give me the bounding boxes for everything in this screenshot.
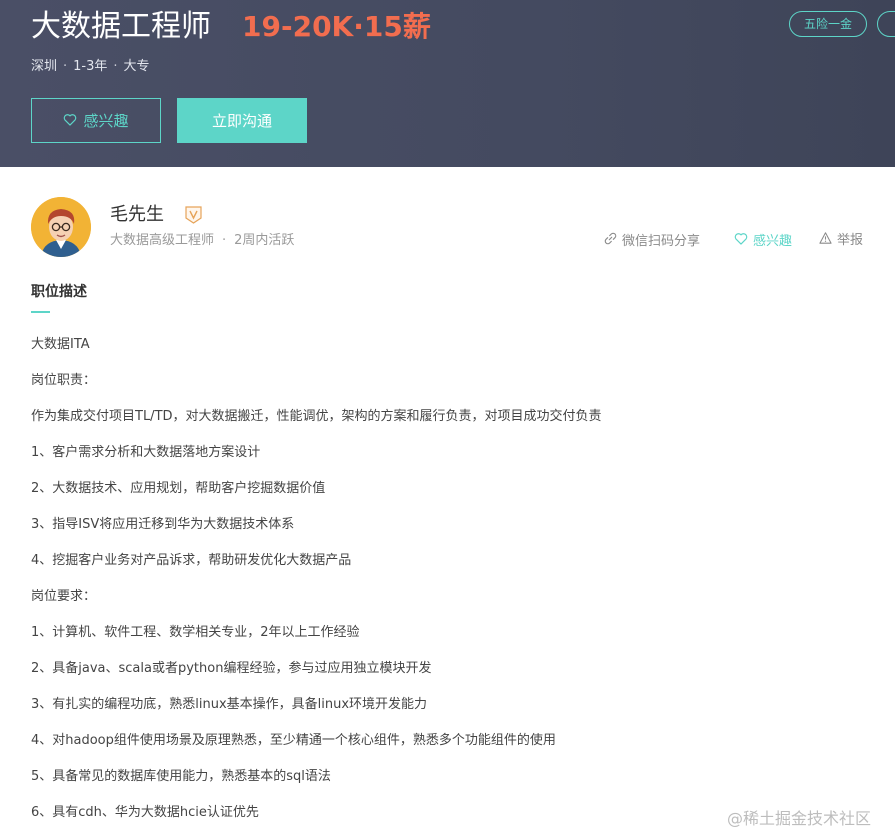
chat-button[interactable]: 立即沟通 <box>177 98 307 143</box>
description-line: 1、客户需求分析和大数据落地方案设计 <box>31 445 261 460</box>
job-education: 大专 <box>123 59 150 74</box>
benefit-tag: 五险一金 <box>789 11 867 37</box>
report-label: 举报 <box>837 233 864 248</box>
description-line: 作为集成交付项目TL/TD，对大数据搬迁，性能调优，架构的方案和履行负责，对项目… <box>31 409 602 424</box>
avatar[interactable] <box>31 197 91 257</box>
description-line: 岗位职责： <box>31 373 97 388</box>
watermark: @稀土掘金技术社区 <box>727 809 872 828</box>
heart-outline-icon <box>63 112 77 130</box>
recruiter-active-status: 2周内活跃 <box>234 233 295 248</box>
description-line: 3、有扎实的编程功底，熟悉linux基本操作，具备linux环境开发能力 <box>31 697 428 712</box>
description-line: 4、对hadoop组件使用场景及原理熟悉，至少精通一个核心组件，熟悉多个功能组件… <box>31 733 556 748</box>
interest-button[interactable]: 感兴趣 <box>31 98 161 143</box>
job-meta: 深圳 · 1-3年 · 大专 <box>31 57 150 77</box>
salary: 19-20K·15薪 <box>242 10 431 43</box>
job-city: 深圳 <box>31 59 58 74</box>
warning-triangle-icon <box>819 232 832 250</box>
recruiter-subtitle: 大数据高级工程师 · 2周内活跃 <box>110 232 294 250</box>
share-label: 微信扫码分享 <box>622 233 701 249</box>
verified-v-badge-icon <box>185 206 202 224</box>
recruiter-separator: · <box>222 233 227 248</box>
meta-separator: · <box>113 59 118 74</box>
job-experience: 1-3年 <box>73 59 108 74</box>
share-link[interactable]: 微信扫码分享 <box>604 232 700 251</box>
chat-button-label: 立即沟通 <box>211 112 272 130</box>
description-line: 大数据ITA <box>31 337 90 352</box>
description-line: 6、具有cdh、华为大数据hcie认证优先 <box>31 805 259 820</box>
description-line: 岗位要求： <box>31 589 97 604</box>
recruiter-title: 大数据高级工程师 <box>110 233 215 248</box>
heart-outline-icon <box>734 232 748 251</box>
report-link[interactable]: 举报 <box>819 232 863 250</box>
like-label: 感兴趣 <box>753 233 793 249</box>
description-line: 2、具备java、scala或者python编程经验，参与过应用独立模块开发 <box>31 661 432 676</box>
description-line: 4、挖掘客户业务对产品诉求，帮助研发优化大数据产品 <box>31 553 352 568</box>
section-title: 职位描述 <box>31 284 87 300</box>
description-line: 3、指导ISV将应用迁移到华为大数据技术体系 <box>31 517 295 532</box>
description-line: 2、大数据技术、应用规划，帮助客户挖掘数据价值 <box>31 481 326 496</box>
job-header: 大数据工程师 19-20K·15薪 深圳 · 1-3年 · 大专 五险一金 感兴趣 立即… <box>0 0 895 167</box>
meta-separator: · <box>63 59 68 74</box>
interest-button-label: 感兴趣 <box>83 112 129 130</box>
job-title: 大数据工程师 <box>31 9 211 44</box>
link-icon <box>604 232 617 251</box>
like-link[interactable]: 感兴趣 <box>734 232 792 251</box>
benefit-tag <box>877 11 895 37</box>
section-underline <box>31 311 50 313</box>
description-line: 1、计算机、软件工程、数学相关专业，2年以上工作经验 <box>31 625 360 640</box>
recruiter-name: 毛先生 <box>110 204 164 225</box>
description-line: 5、具备常见的数据库使用能力，熟悉基本的sql语法 <box>31 769 331 784</box>
